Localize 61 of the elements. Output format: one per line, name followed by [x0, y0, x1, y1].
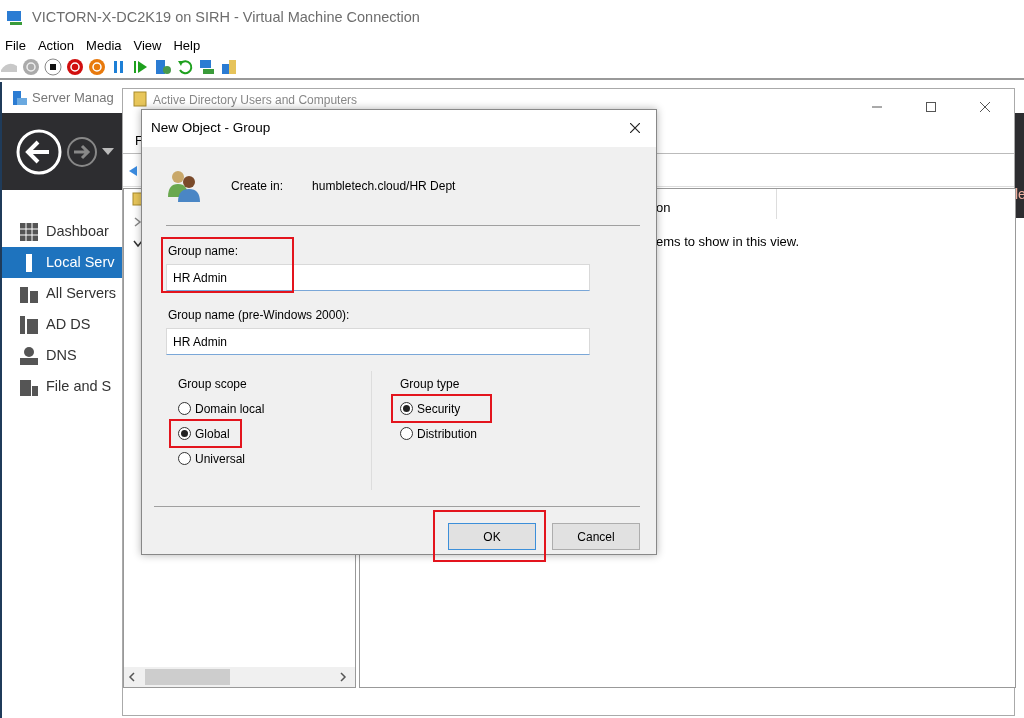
sidebar-item[interactable]: AD DS	[2, 309, 122, 340]
menu-item[interactable]: Help	[173, 36, 201, 56]
network-icon	[20, 346, 38, 365]
option-label[interactable]: Security	[417, 399, 461, 418]
server-manager-icon	[12, 89, 28, 106]
sidebar-item[interactable]: DNS	[2, 340, 122, 371]
dialog-title: New Object - Group	[151, 119, 271, 138]
window-title: VICTORN-X-DC2K19 on SIRH - Virtual Machine Connection	[32, 8, 420, 28]
field-label: Group name:	[168, 243, 240, 260]
maximize-icon[interactable]	[925, 101, 937, 113]
dialog-button[interactable]: Cancel	[552, 523, 640, 550]
network-icon[interactable]	[198, 58, 216, 76]
horizontal-scrollbar[interactable]	[124, 667, 355, 687]
radio-button[interactable]	[178, 402, 191, 415]
field-label: Group name (pre-Windows 2000):	[168, 307, 351, 324]
column-header[interactable]: on	[656, 198, 671, 218]
create-in-label: Create in:	[231, 178, 284, 195]
folder-icon	[133, 91, 147, 107]
dropdown-icon[interactable]	[102, 147, 114, 156]
window-title: Active Directory Users and Computers	[153, 92, 358, 109]
text-field[interactable]: HR Admin	[166, 328, 590, 355]
revert-icon[interactable]	[176, 58, 194, 76]
forward-icon[interactable]	[66, 135, 98, 168]
chevron-right-icon[interactable]	[134, 217, 142, 227]
option-label[interactable]: Distribution	[417, 424, 478, 443]
option-label[interactable]: Universal	[195, 449, 245, 468]
back-icon[interactable]	[16, 128, 62, 175]
users-icon	[166, 169, 202, 203]
servers-icon	[20, 284, 38, 303]
directory-icon	[20, 315, 38, 334]
radio-button[interactable]	[400, 402, 413, 415]
sidebar-item[interactable]: Dashboar	[2, 216, 122, 247]
container-path: humbletech.cloud/HR Dept	[312, 178, 456, 195]
empty-message: ems to show in this view.	[656, 233, 800, 251]
option-label[interactable]: Global	[195, 424, 230, 443]
radio-button[interactable]	[178, 427, 191, 440]
menu-item[interactable]: Media	[86, 36, 122, 56]
group-title: Group scope	[178, 376, 248, 393]
sidebar-item[interactable]: All Servers	[2, 278, 122, 309]
group-title: Group type	[400, 376, 461, 393]
scroll-left-icon	[128, 672, 136, 682]
scroll-right-icon	[339, 672, 347, 682]
sidebar-item[interactable]: Local Serv	[2, 247, 122, 278]
menu-item[interactable]: View	[133, 36, 162, 56]
option-label[interactable]: Domain local	[195, 399, 265, 418]
close-icon[interactable]	[979, 101, 991, 113]
dialog-button[interactable]: OK	[448, 523, 536, 550]
close-icon[interactable]	[630, 123, 640, 133]
menu-item[interactable]: File	[5, 36, 26, 56]
radio-button[interactable]	[400, 427, 413, 440]
monitor-icon	[6, 10, 24, 26]
window-title: Server Manag	[32, 88, 114, 107]
power-icon[interactable]	[66, 58, 84, 76]
radio-button[interactable]	[178, 452, 191, 465]
stop-icon[interactable]	[44, 58, 62, 76]
power-icon[interactable]	[88, 58, 106, 76]
menu-item[interactable]: Action	[37, 36, 75, 56]
folder-icon	[20, 377, 38, 396]
dashboard-icon	[20, 222, 38, 241]
text-field[interactable]: HR Admin	[166, 264, 590, 291]
sidebar-item[interactable]: File and S	[2, 371, 122, 402]
